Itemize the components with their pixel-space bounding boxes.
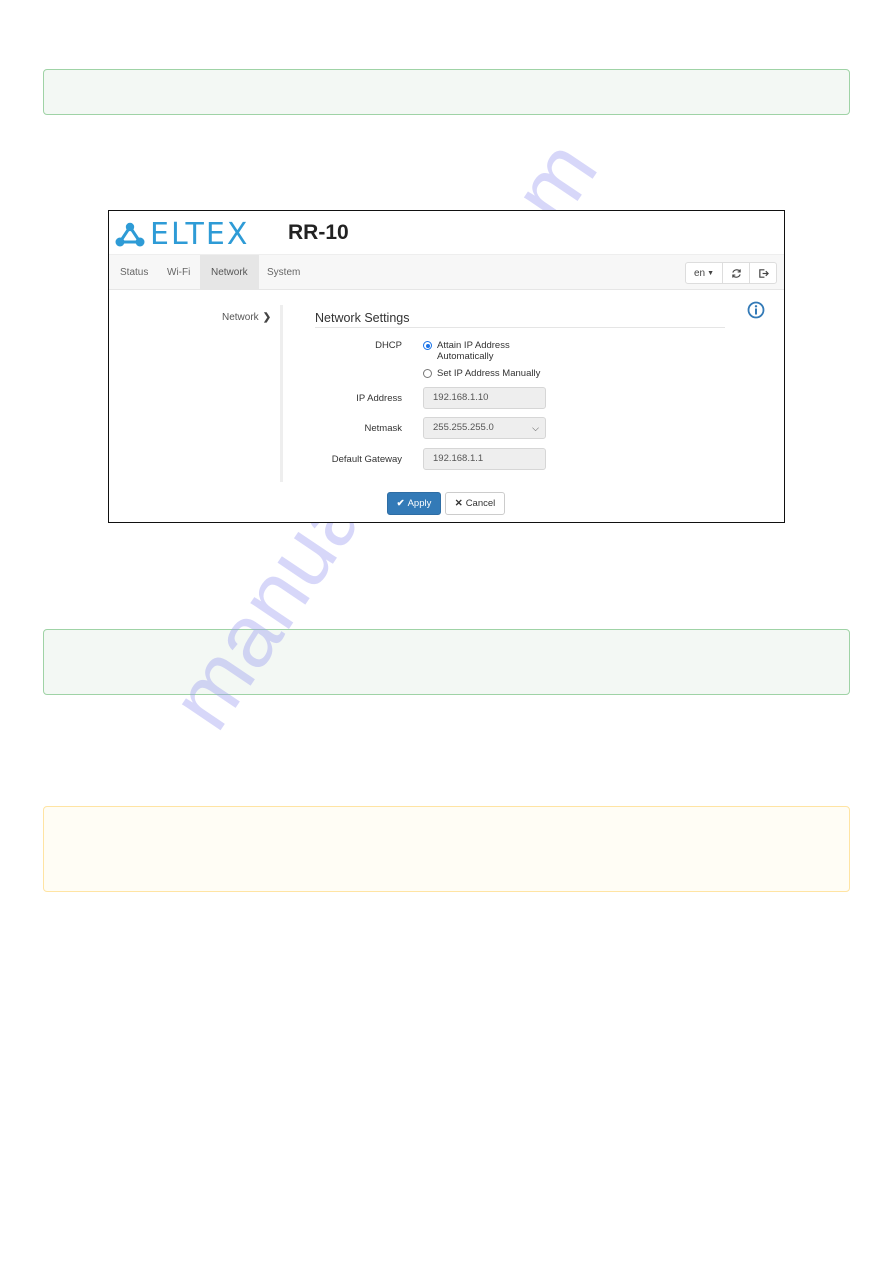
nav-tab-wifi[interactable]: Wi-Fi: [156, 255, 201, 290]
apply-label: Apply: [407, 498, 432, 509]
router-web-ui-screenshot: ELTEX RR-10 Status Wi-Fi Network System …: [108, 210, 785, 523]
note-box-success: [43, 629, 850, 695]
nav-tab-network[interactable]: Network: [200, 255, 259, 290]
netmask-label: Netmask: [364, 423, 402, 434]
header: ELTEX RR-10: [109, 211, 784, 254]
refresh-icon: [731, 268, 741, 278]
section-divider: [315, 327, 725, 328]
nav-tab-system[interactable]: System: [256, 255, 311, 290]
logo-text: ELTEX: [150, 217, 250, 252]
checkmark-icon: ✔: [396, 498, 405, 509]
radio-auto[interactable]: [423, 341, 432, 350]
ip-address-input[interactable]: 192.168.1.10: [423, 387, 546, 409]
device-model: RR-10: [288, 221, 349, 244]
netmask-select[interactable]: 255.255.255.0 ⌵: [423, 417, 546, 439]
sidebar-item-network[interactable]: Network ❯: [222, 312, 271, 323]
radio-manual[interactable]: [423, 369, 432, 378]
nav-button-group: en ▼: [685, 262, 777, 284]
chevron-right-icon: ❯: [262, 312, 272, 323]
close-icon: ✕: [454, 498, 463, 509]
note-box-success: [43, 69, 850, 115]
section-title: Network Settings: [315, 311, 410, 325]
gateway-label: Default Gateway: [331, 454, 402, 465]
refresh-button[interactable]: [722, 263, 749, 283]
dhcp-option-auto-label: Attain IP Address Automatically: [437, 340, 510, 362]
logout-icon: [758, 268, 769, 278]
dhcp-label: DHCP: [375, 340, 402, 351]
dhcp-option-auto-line1: Attain IP Address: [437, 340, 510, 351]
nav-tab-status[interactable]: Status: [109, 255, 159, 290]
ip-address-label: IP Address: [356, 393, 402, 404]
dhcp-option-auto[interactable]: Attain IP Address Automatically: [423, 340, 510, 362]
note-box-warning: [43, 806, 850, 892]
language-label: en: [693, 267, 706, 279]
gateway-input[interactable]: 192.168.1.1: [423, 448, 546, 470]
sidebar-item-label: Network: [222, 312, 259, 323]
apply-button[interactable]: ✔ Apply: [387, 492, 441, 515]
caret-down-icon: ▼: [707, 269, 715, 277]
eltex-logo: ELTEX: [114, 217, 249, 252]
netmask-value: 255.255.255.0: [433, 422, 494, 433]
eltex-network-icon: [115, 222, 145, 246]
dhcp-option-manual-label: Set IP Address Manually: [437, 368, 541, 379]
cancel-label: Cancel: [465, 498, 496, 509]
language-dropdown[interactable]: en ▼: [686, 263, 722, 283]
cancel-button[interactable]: ✕ Cancel: [445, 492, 505, 515]
chevron-down-icon: ⌵: [532, 423, 539, 433]
dhcp-option-auto-line2: Automatically: [437, 351, 494, 362]
info-icon[interactable]: [747, 301, 765, 319]
logout-button[interactable]: [749, 263, 776, 283]
navbar: Status Wi-Fi Network System en ▼: [109, 254, 784, 290]
dhcp-option-manual[interactable]: Set IP Address Manually: [423, 368, 540, 379]
